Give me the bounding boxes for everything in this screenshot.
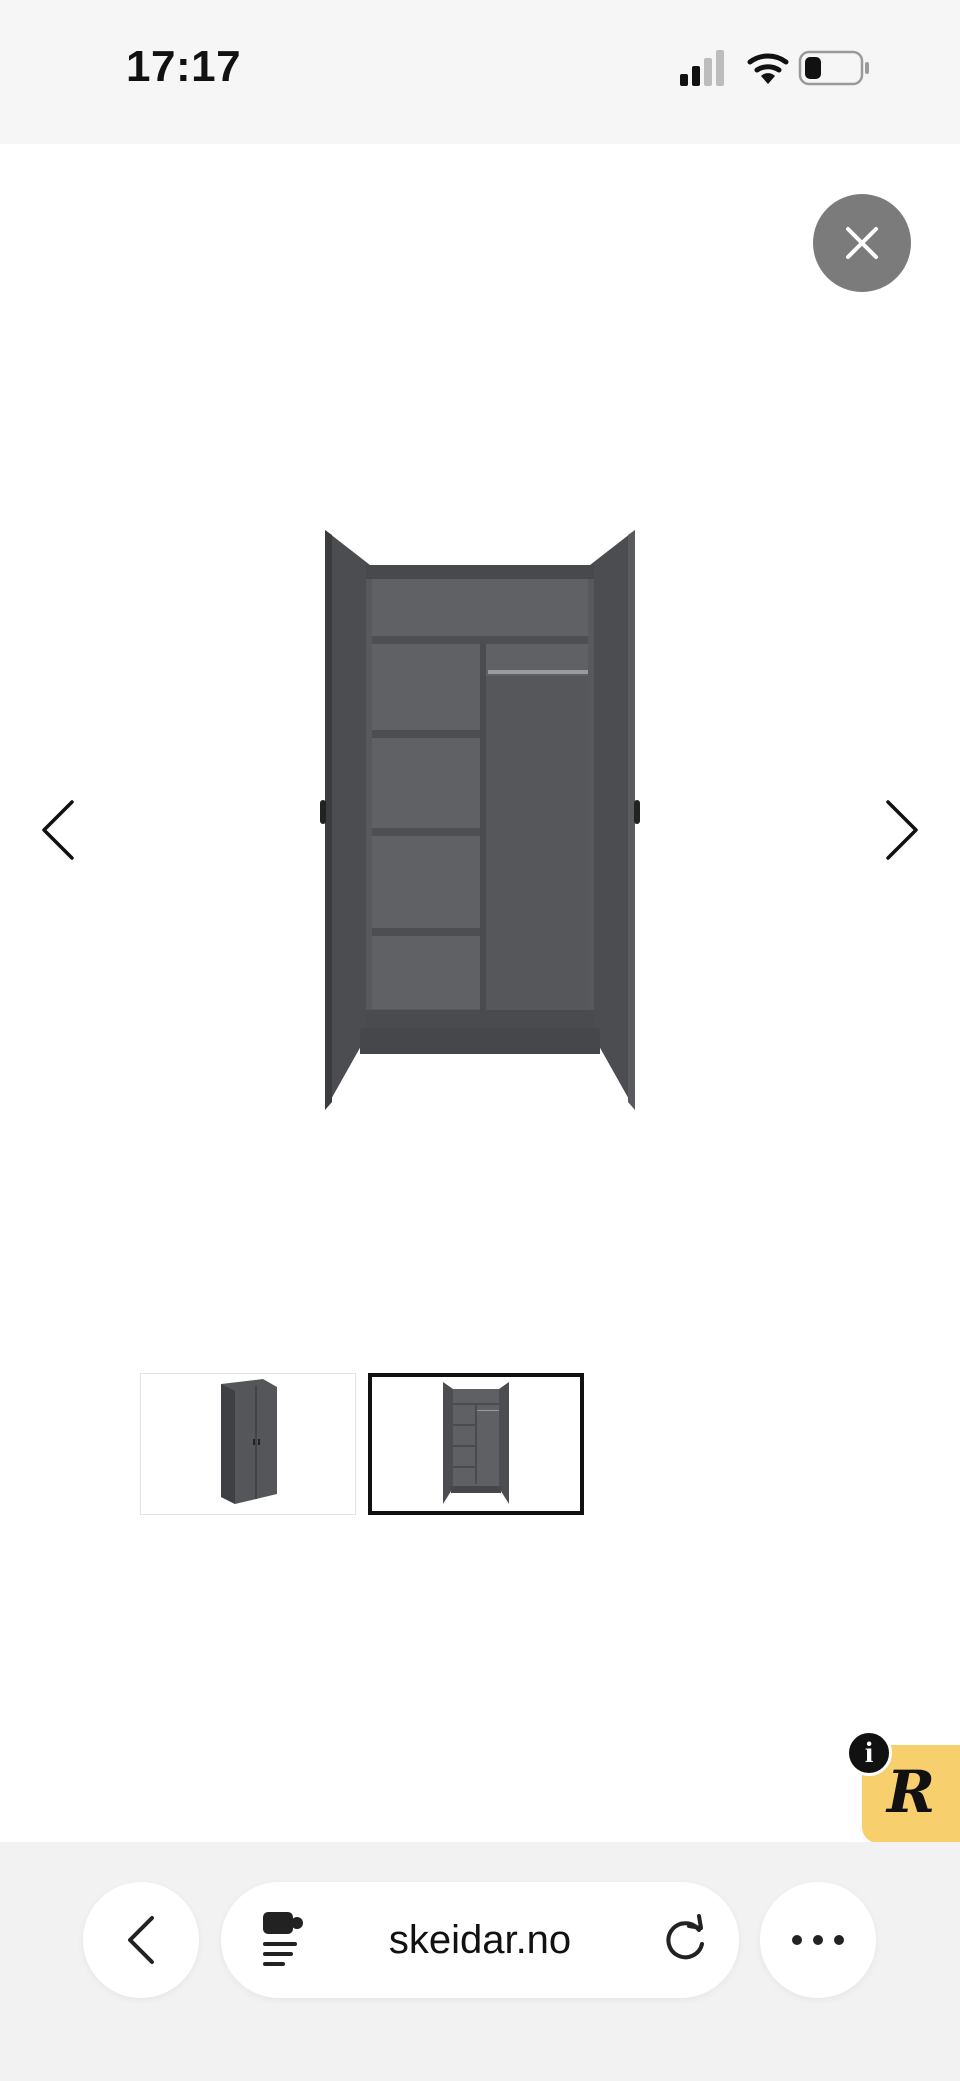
wardrobe-closed-icon	[221, 1379, 277, 1504]
wifi-icon	[747, 53, 789, 84]
address-bar[interactable]: skeidar.no	[221, 1882, 739, 1998]
more-options-button[interactable]	[760, 1882, 876, 1998]
wardrobe-open-icon	[443, 1382, 509, 1504]
status-icons	[680, 50, 880, 90]
status-bar: 17:17	[0, 0, 960, 144]
thumbnail-strip	[140, 1373, 584, 1515]
battery-icon	[798, 50, 869, 86]
chevron-left-icon	[42, 800, 74, 860]
status-time: 17:17	[126, 42, 242, 91]
cellular-signal-icon	[680, 50, 724, 86]
next-image-button[interactable]	[872, 790, 932, 870]
product-image-main	[310, 530, 650, 1120]
info-icon[interactable]: i	[846, 1730, 892, 1776]
badge-letter: R	[886, 1758, 936, 1826]
close-icon	[846, 227, 878, 259]
thumbnail-closed-wardrobe[interactable]	[140, 1373, 356, 1515]
more-dots-icon	[792, 1935, 844, 1945]
previous-image-button[interactable]	[28, 790, 88, 870]
reload-icon[interactable]	[659, 1914, 711, 1966]
chevron-right-icon	[886, 800, 918, 860]
close-button[interactable]	[813, 194, 911, 292]
chevron-left-icon	[128, 1916, 154, 1964]
back-button[interactable]	[83, 1882, 199, 1998]
thumbnail-open-wardrobe[interactable]	[368, 1373, 584, 1515]
